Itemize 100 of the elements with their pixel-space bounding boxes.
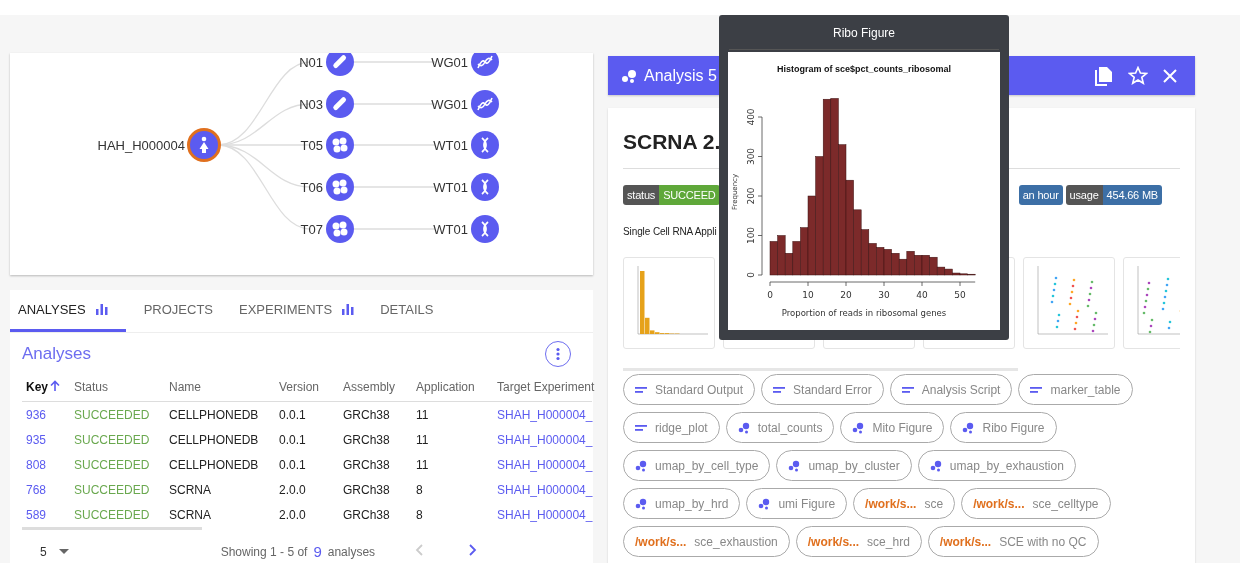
chevron-right-icon bbox=[469, 544, 478, 556]
file-chip[interactable]: /work/s... SCE with no QC bbox=[927, 526, 1099, 557]
table-cell: GRCh38 bbox=[343, 432, 390, 447]
tick-label: 40 bbox=[916, 290, 928, 300]
column-header[interactable]: Name bbox=[169, 380, 201, 394]
table-cell: GRCh38 bbox=[343, 407, 390, 422]
tick-label: 50 bbox=[954, 290, 966, 300]
tree-node[interactable] bbox=[471, 90, 499, 118]
bar-chart-icon bbox=[95, 304, 108, 315]
file-chip[interactable]: Analysis Script bbox=[889, 374, 1013, 405]
node-label: WT01 bbox=[433, 222, 468, 237]
table-link[interactable]: 808 bbox=[26, 457, 47, 472]
file-chip[interactable]: umap_by_exhaustion bbox=[917, 450, 1076, 481]
table-link[interactable]: SHAH_H000004_ bbox=[497, 457, 593, 472]
file-chip[interactable]: umap_by_hrd bbox=[623, 488, 741, 519]
column-header[interactable]: Key bbox=[26, 380, 48, 394]
close-icon[interactable] bbox=[1163, 68, 1177, 83]
file-chip[interactable]: /work/s... sce_exhaustion bbox=[623, 526, 790, 557]
column-header[interactable]: Target Experiment bbox=[497, 380, 595, 394]
file-chip[interactable]: Standard Error bbox=[761, 374, 884, 405]
description: Single Cell RNA Appli bbox=[623, 226, 717, 237]
dna-icon bbox=[477, 55, 493, 69]
column-header[interactable]: Version bbox=[279, 380, 320, 394]
page-size-select[interactable]: 5 bbox=[40, 544, 69, 559]
dna-icon bbox=[477, 97, 493, 111]
table-link[interactable]: SHAH_H000004_ bbox=[497, 432, 593, 447]
column-header[interactable]: Status bbox=[74, 380, 109, 394]
node-label: WG01 bbox=[431, 55, 468, 70]
table-link[interactable]: 768 bbox=[26, 482, 47, 497]
tab[interactable]: EXPERIMENTS bbox=[231, 290, 363, 332]
dots-icon bbox=[758, 497, 771, 510]
copy-icon[interactable] bbox=[1095, 65, 1113, 86]
cells-icon bbox=[332, 221, 348, 237]
lines-icon bbox=[901, 386, 914, 393]
table-cell: CELLPHONEDB bbox=[169, 407, 259, 422]
status-text: SUCCEEDED bbox=[74, 507, 150, 522]
tick-label: 300 bbox=[746, 147, 756, 166]
histogram-bar bbox=[868, 243, 877, 276]
file-chip[interactable]: /work/s... sce_celltype bbox=[961, 488, 1111, 519]
total-count: 9 bbox=[313, 543, 322, 560]
table-link[interactable]: 936 bbox=[26, 407, 47, 422]
tree-node[interactable] bbox=[471, 131, 499, 159]
tree-node[interactable] bbox=[471, 173, 499, 201]
file-chip[interactable]: Standard Output bbox=[623, 374, 756, 405]
node-label: N01 bbox=[299, 55, 323, 70]
file-chip[interactable]: umap_by_cell_type bbox=[623, 450, 771, 481]
file-chip[interactable]: umi Figure bbox=[746, 488, 848, 519]
histogram-bar bbox=[860, 229, 870, 276]
status-text: SUCCEEDED bbox=[74, 482, 150, 497]
plot-thumbnail[interactable] bbox=[1023, 257, 1115, 349]
tree-node[interactable] bbox=[326, 215, 354, 243]
tree-node[interactable] bbox=[326, 53, 354, 76]
file-chip[interactable]: /work/s... sce_hrd bbox=[795, 526, 922, 557]
scrollbar[interactable] bbox=[22, 527, 202, 530]
table-title: Analyses bbox=[22, 344, 91, 364]
person-icon bbox=[199, 136, 209, 153]
table-cell: 8 bbox=[416, 482, 423, 497]
test-tube-icon bbox=[332, 96, 348, 112]
file-chip[interactable]: marker_table bbox=[1018, 374, 1133, 405]
table-cell: 8 bbox=[416, 507, 423, 522]
badge-value: an hour bbox=[1018, 185, 1063, 205]
column-header[interactable]: Application bbox=[416, 380, 475, 394]
table-cell: 11 bbox=[416, 432, 429, 447]
tree-node[interactable] bbox=[471, 215, 499, 243]
tab[interactable]: PROJECTS bbox=[135, 290, 222, 332]
column-header[interactable]: Assembly bbox=[343, 380, 395, 394]
tab[interactable]: ANALYSES bbox=[10, 290, 126, 332]
histogram-bar bbox=[876, 247, 885, 276]
table-link[interactable]: SHAH_H000004_ bbox=[497, 482, 593, 497]
table-link[interactable]: SHAH_H000004_ bbox=[497, 507, 593, 522]
pagination-text: analyses bbox=[327, 544, 376, 559]
node-label: WT01 bbox=[433, 180, 468, 195]
file-chip[interactable]: Ribo Figure bbox=[950, 412, 1057, 443]
file-chip[interactable]: total_counts bbox=[725, 412, 835, 443]
table-link[interactable]: 935 bbox=[26, 432, 47, 447]
tree-node[interactable] bbox=[326, 90, 354, 118]
file-chip[interactable]: /work/s... sce bbox=[853, 488, 956, 519]
tree-node[interactable] bbox=[326, 173, 354, 201]
status-text: SUCCEEDED bbox=[74, 407, 150, 422]
lines-icon bbox=[1030, 386, 1043, 393]
dna-icon bbox=[481, 179, 489, 195]
file-chip[interactable]: Mito Figure bbox=[840, 412, 945, 443]
file-chip[interactable]: ridge_plot bbox=[623, 412, 720, 443]
table-cell: GRCh38 bbox=[343, 507, 390, 522]
star-icon[interactable] bbox=[1128, 66, 1148, 85]
file-chip[interactable]: umap_by_cluster bbox=[776, 450, 912, 481]
dots-icon bbox=[852, 421, 865, 434]
plot-thumbnail[interactable] bbox=[623, 257, 715, 349]
node-label: HAH_H000004 bbox=[97, 138, 185, 153]
tree-node[interactable] bbox=[187, 128, 221, 162]
tab[interactable]: DETAILS bbox=[372, 290, 442, 332]
more-menu-button[interactable] bbox=[545, 341, 571, 367]
tree-node[interactable] bbox=[471, 53, 499, 76]
analysis-heading: SCRNA 2. bbox=[623, 130, 721, 153]
node-label: N03 bbox=[299, 97, 323, 112]
table-link[interactable]: SHAH_H000004_ bbox=[497, 407, 593, 422]
tree-node[interactable] bbox=[326, 131, 354, 159]
test-tube-icon bbox=[332, 54, 348, 70]
dna-icon bbox=[481, 137, 489, 153]
table-link[interactable]: 589 bbox=[26, 507, 47, 522]
